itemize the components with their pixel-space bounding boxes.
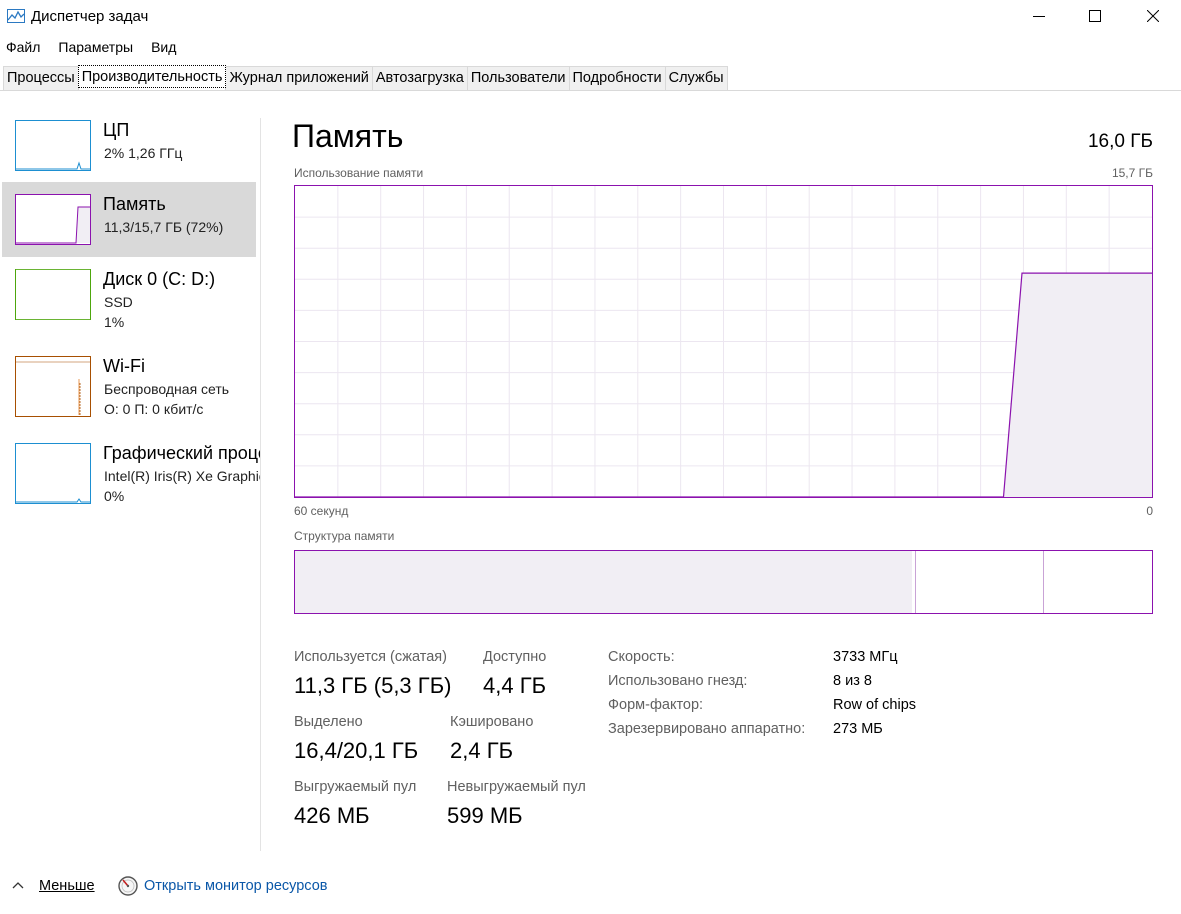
axis-left-label: 60 секунд	[294, 504, 349, 518]
committed-value: 16,4/20,1 ГБ	[294, 738, 419, 763]
sidebar-item-detail: О: 0 П: 0 кбит/с	[104, 401, 204, 417]
chart-max-label: 15,7 ГБ	[1111, 166, 1153, 180]
sidebar-item-detail: SSD	[104, 294, 133, 310]
paged-pool-label: Выгружаемый пул	[294, 779, 417, 795]
sidebar-item-wifi[interactable]: Wi-Fi Беспроводная сеть О: 0 П: 0 кбит/с	[2, 346, 256, 421]
paged-pool-value: 426 МБ	[294, 803, 370, 828]
form-factor-label: Форм-фактор:	[608, 697, 704, 713]
menu-view[interactable]: Вид	[145, 37, 182, 59]
sidebar-item-detail: 1%	[104, 314, 125, 330]
nonpaged-pool-value: 599 МБ	[447, 803, 523, 828]
speed-value: 3733 МГц	[833, 649, 898, 665]
structure-caption: Структура памяти	[294, 529, 395, 543]
sidebar-item-memory[interactable]: Память 11,3/15,7 ГБ (72%)	[2, 182, 256, 257]
in-use-value: 11,3 ГБ (5,3 ГБ)	[294, 673, 452, 698]
tab-details[interactable]: Подробности	[568, 66, 666, 90]
menu-options[interactable]: Параметры	[52, 37, 139, 59]
chart-caption: Использование памяти	[294, 166, 424, 180]
speed-label: Скорость:	[608, 649, 675, 665]
sidebar-item-gpu[interactable]: Графический процессор 0 Intel(R) Iris(R)…	[2, 433, 260, 508]
sidebar-item-detail: Беспроводная сеть	[104, 381, 230, 397]
sidebar-item-cpu[interactable]: ЦП 2% 1,26 ГГц	[2, 110, 256, 185]
sidebar-item-title: ЦП	[103, 120, 130, 140]
minimize-button[interactable]	[1011, 0, 1067, 32]
sidebar-item-title: Память	[103, 194, 166, 214]
maximize-icon	[1089, 10, 1101, 22]
memory-usage-chart	[294, 185, 1153, 498]
sidebar-item-detail: 2% 1,26 ГГц	[104, 145, 183, 161]
cached-value: 2,4 ГБ	[450, 738, 514, 763]
standby-segment-end	[1043, 551, 1045, 613]
sidebar-item-detail: 11,3/15,7 ГБ (72%)	[104, 219, 224, 235]
axis-right-label: 0	[1146, 504, 1153, 518]
tab-startup[interactable]: Автозагрузка	[371, 66, 468, 90]
nonpaged-pool-label: Невыгружаемый пул	[447, 779, 586, 795]
menu-bar: Файл Параметры Вид	[0, 37, 188, 59]
hardware-reserved-label: Зарезервировано аппаратно:	[608, 721, 806, 737]
title-bar: Диспетчер задач	[0, 0, 1181, 34]
tab-services[interactable]: Службы	[664, 66, 728, 90]
maximize-button[interactable]	[1067, 0, 1123, 32]
slots-value: 8 из 8	[833, 673, 872, 689]
menu-file[interactable]: Файл	[0, 37, 46, 59]
hardware-reserved-value: 273 МБ	[833, 721, 883, 737]
total-memory: 16,0 ГБ	[1087, 131, 1153, 152]
form-factor-value: Row of chips	[833, 697, 917, 713]
memory-structure-bar	[294, 550, 1153, 614]
sidebar-item-detail: 0%	[104, 488, 125, 504]
memory-thumbnail	[15, 194, 91, 245]
committed-label: Выделено	[294, 714, 363, 730]
tab-users[interactable]: Пользователи	[466, 66, 570, 90]
sidebar-item-title: Wi-Fi	[103, 356, 145, 376]
open-resource-monitor-link[interactable]: Открыть монитор ресурсов	[144, 878, 327, 894]
cached-label: Кэшировано	[450, 714, 534, 730]
tab-performance[interactable]: Производительность	[77, 65, 227, 88]
sidebar-item-disk[interactable]: Диск 0 (C: D:) SSD 1%	[2, 259, 256, 334]
in-use-label: Используется (сжатая)	[294, 649, 447, 665]
tab-processes[interactable]: Процессы	[3, 66, 79, 90]
sidebar-item-title: Графический процессор 0	[103, 443, 260, 463]
available-value: 4,4 ГБ	[483, 673, 547, 698]
close-icon	[1147, 10, 1159, 22]
panel-divider	[260, 118, 261, 851]
task-manager-icon	[7, 9, 25, 23]
available-label: Доступно	[483, 649, 547, 665]
in-use-segment	[295, 551, 913, 613]
window-title: Диспетчер задач	[31, 8, 149, 25]
tab-app-history[interactable]: Журнал приложений	[225, 66, 373, 90]
disk-thumbnail	[15, 269, 91, 320]
gpu-thumbnail	[15, 443, 91, 504]
slots-label: Использовано гнезд:	[608, 673, 748, 689]
cpu-thumbnail	[15, 120, 91, 171]
minimize-icon	[1033, 16, 1045, 17]
page-title: Память	[292, 118, 404, 154]
close-button[interactable]	[1125, 0, 1181, 32]
wifi-thumbnail	[15, 356, 91, 417]
sidebar-item-title: Диск 0 (C: D:)	[103, 269, 216, 289]
performance-sidebar: ЦП 2% 1,26 ГГц Память 11,3/15,7 ГБ (72%)…	[0, 108, 260, 528]
sidebar-item-detail: Intel(R) Iris(R) Xe Graphics	[104, 468, 260, 484]
tab-bar: Процессы Производительность Журнал прило…	[0, 65, 1181, 91]
modified-segment	[914, 551, 916, 613]
fewer-details-button[interactable]: Меньше	[39, 878, 95, 894]
resource-monitor-icon	[118, 876, 138, 896]
chevron-up-icon[interactable]	[10, 879, 26, 891]
